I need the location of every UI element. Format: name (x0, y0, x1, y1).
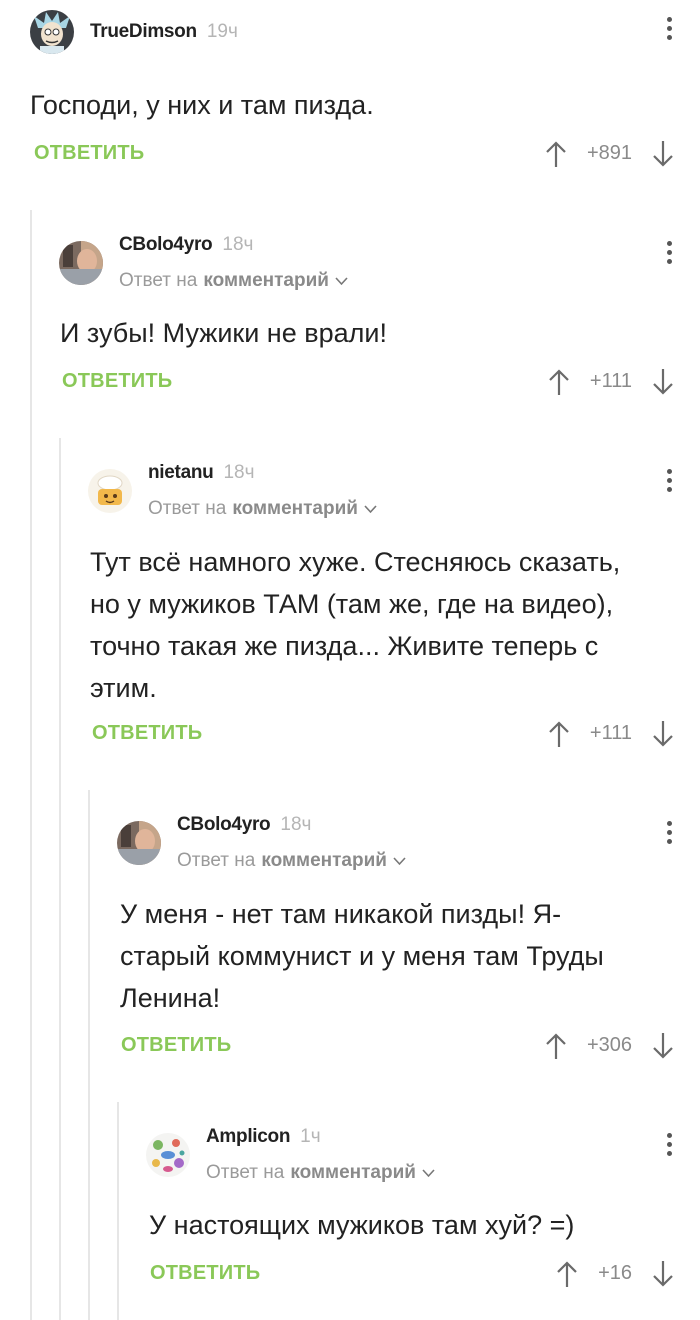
chevron-down-icon (364, 498, 377, 520)
vote-score: +111 (589, 370, 632, 392)
microbes-avatar[interactable] (146, 1133, 190, 1177)
upvote-icon[interactable] (548, 720, 570, 748)
reply-to-link[interactable]: Ответ на комментарий (119, 270, 348, 292)
reply-to-target: комментарий (290, 1162, 416, 1183)
comment-text: У настоящих мужиков там хуй? =) (149, 1210, 575, 1240)
vote-score: +891 (586, 142, 632, 164)
comment-header: CBolo4yro 18ч Ответ на комментарий (59, 234, 348, 292)
comment-text: Господи, у них и там пизда. (30, 90, 374, 120)
downvote-icon[interactable] (652, 140, 674, 168)
timestamp: 18ч (280, 814, 312, 835)
comment-header: TrueDimson 19ч (30, 10, 238, 54)
comment-text: У меня - нет там никакой пизды! Я- стары… (120, 893, 604, 1019)
username[interactable]: Amplicon (206, 1126, 290, 1148)
vote-controls: +111 (548, 720, 674, 748)
reply-to-target: комментарий (232, 498, 358, 519)
reply-to-target: комментарий (261, 850, 387, 871)
comment-text-line: этим. (90, 673, 157, 703)
more-options-icon[interactable] (666, 1133, 672, 1160)
chevron-down-icon (335, 270, 348, 292)
comment-header: CBolo4yro 18ч Ответ на комментарий (117, 814, 406, 872)
thread-line-level-1 (30, 210, 32, 1320)
reply-button[interactable]: ОТВЕТИТЬ (92, 722, 202, 745)
comment-text: И зубы! Мужики не врали! (60, 318, 387, 348)
chevron-down-icon (393, 850, 406, 872)
comment-text-line: но у мужиков ТАМ (там же, где на видео), (90, 589, 614, 619)
upvote-icon[interactable] (548, 368, 570, 396)
timestamp: 1ч (300, 1126, 321, 1147)
chef-avatar[interactable] (88, 469, 132, 513)
reply-to-link[interactable]: Ответ на комментарий (177, 850, 406, 872)
chevron-down-icon (422, 1162, 435, 1184)
downvote-icon[interactable] (652, 1032, 674, 1060)
reply-to-target: комментарий (203, 270, 329, 291)
downvote-icon[interactable] (652, 720, 674, 748)
photo-avatar[interactable] (59, 241, 103, 285)
vote-controls: +16 (556, 1260, 674, 1288)
timestamp: 19ч (206, 21, 238, 42)
reply-button[interactable]: ОТВЕТИТЬ (62, 370, 172, 393)
more-options-icon[interactable] (666, 241, 672, 268)
timestamp: 18ч (223, 462, 255, 483)
reply-to-link[interactable]: Ответ на комментарий (148, 498, 377, 520)
thread-line-level-2 (59, 438, 61, 1320)
more-options-icon[interactable] (666, 17, 672, 44)
reply-to-prefix: Ответ на (119, 270, 198, 291)
more-options-icon[interactable] (666, 821, 672, 848)
comment-text-line: У меня - нет там никакой пизды! Я- (120, 899, 562, 929)
comment-header: nietanu 18ч Ответ на комментарий (88, 462, 377, 520)
reply-to-prefix: Ответ на (206, 1162, 285, 1183)
vote-score: +306 (586, 1034, 632, 1056)
reply-to-prefix: Ответ на (148, 498, 227, 519)
comment-header: Amplicon 1ч Ответ на комментарий (146, 1126, 435, 1184)
upvote-icon[interactable] (545, 140, 567, 168)
comment-text-line: старый коммунист и у меня там Труды (120, 941, 604, 971)
comment-text-line: Ленина! (120, 983, 221, 1013)
thread-line-level-3 (88, 790, 90, 1320)
reply-button[interactable]: ОТВЕТИТЬ (34, 142, 144, 165)
reply-to-link[interactable]: Ответ на комментарий (206, 1162, 435, 1184)
username[interactable]: CBolo4yro (177, 814, 271, 836)
timestamp: 18ч (222, 234, 254, 255)
vote-score: +16 (598, 1262, 632, 1284)
reply-button[interactable]: ОТВЕТИТЬ (121, 1034, 231, 1057)
username[interactable]: TrueDimson (90, 21, 197, 43)
upvote-icon[interactable] (556, 1260, 578, 1288)
upvote-icon[interactable] (545, 1032, 567, 1060)
rick-avatar[interactable] (30, 10, 74, 54)
vote-controls: +306 (545, 1032, 674, 1060)
comment-text-line: точно такая же пизда... Живите теперь с (90, 631, 599, 661)
downvote-icon[interactable] (652, 1260, 674, 1288)
comment-text-line: Тут всё намного хуже. Стесняюсь сказать, (90, 547, 621, 577)
more-options-icon[interactable] (666, 469, 672, 496)
reply-to-prefix: Ответ на (177, 850, 256, 871)
vote-controls: +891 (545, 140, 674, 168)
vote-score: +111 (589, 722, 632, 744)
reply-button[interactable]: ОТВЕТИТЬ (150, 1262, 260, 1285)
vote-controls: +111 (548, 368, 674, 396)
comment-text: Тут всё намного хуже. Стесняюсь сказать,… (90, 541, 620, 709)
photo-avatar[interactable] (117, 821, 161, 865)
thread-line-level-4 (117, 1102, 119, 1320)
username[interactable]: CBolo4yro (119, 234, 213, 256)
username[interactable]: nietanu (148, 462, 214, 484)
downvote-icon[interactable] (652, 368, 674, 396)
